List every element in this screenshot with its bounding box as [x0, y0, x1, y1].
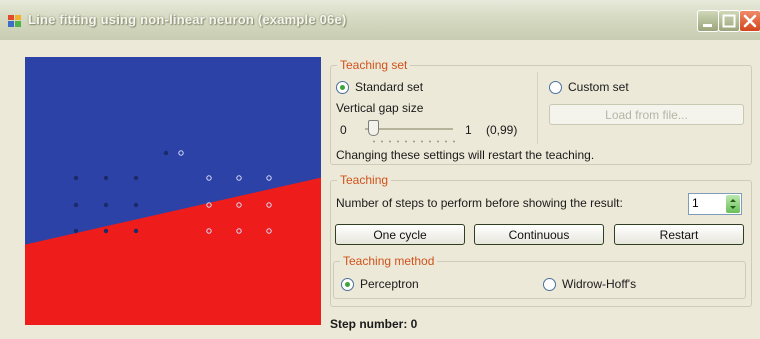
perceptron-label: Perceptron — [360, 277, 419, 291]
restart-button[interactable]: Restart — [614, 224, 744, 245]
step-number: Step number: 0 — [330, 317, 418, 331]
gap-slider-thumb[interactable] — [368, 120, 379, 136]
radio-unchecked-icon — [543, 277, 556, 291]
window-title: Line fitting using non-linear neuron (ex… — [28, 12, 347, 27]
title-bar[interactable]: Line fitting using non-linear neuron (ex… — [0, 0, 760, 40]
custom-set-radio[interactable]: Custom set — [549, 80, 629, 94]
data-point-dark — [133, 202, 139, 208]
standard-set-label: Standard set — [355, 80, 424, 94]
teaching-set-divider — [537, 72, 538, 144]
perceptron-radio[interactable]: Perceptron — [341, 277, 419, 291]
data-point-dark — [73, 202, 79, 208]
vertical-gap-label: Vertical gap size — [336, 101, 424, 115]
slider-max-label: 1 — [465, 123, 472, 137]
radio-unchecked-icon — [549, 80, 562, 94]
data-point-dark — [73, 228, 79, 234]
teaching-set-legend: Teaching set — [337, 58, 411, 72]
data-point-dark — [103, 175, 109, 181]
steps-input[interactable] — [692, 196, 720, 210]
minimize-icon — [703, 24, 712, 27]
slider-ticks — [370, 140, 458, 143]
data-point-dark — [133, 228, 139, 234]
data-point-dark — [103, 202, 109, 208]
standard-set-radio[interactable]: Standard set — [336, 80, 423, 94]
spin-arrows-icon — [730, 199, 736, 209]
plot-canvas — [25, 57, 321, 325]
minimize-button[interactable] — [697, 10, 719, 32]
data-point-dark — [73, 175, 79, 181]
app-icon — [8, 15, 21, 27]
maximize-icon — [722, 14, 736, 28]
data-point-dark — [103, 228, 109, 234]
widrow-hoff-radio[interactable]: Widrow-Hoff's — [543, 277, 636, 291]
steps-spinbox[interactable] — [688, 193, 742, 215]
widrow-hoff-label: Widrow-Hoff's — [562, 277, 637, 291]
continuous-button[interactable]: Continuous — [474, 224, 604, 245]
slider-value-label: (0,99) — [486, 123, 518, 137]
close-icon — [743, 14, 757, 28]
radio-checked-icon — [341, 277, 354, 291]
maximize-button[interactable] — [718, 10, 740, 32]
settings-note: Changing these settings will restart the… — [336, 148, 595, 162]
data-point-dark — [163, 150, 169, 156]
steps-label: Number of steps to perform before showin… — [336, 196, 623, 210]
spin-buttons[interactable] — [726, 195, 740, 213]
close-button[interactable] — [739, 10, 760, 32]
data-point-dark — [133, 175, 139, 181]
app-window: Line fitting using non-linear neuron (ex… — [0, 0, 760, 339]
teaching-legend: Teaching — [337, 173, 392, 187]
radio-checked-icon — [336, 80, 349, 94]
load-from-file-button[interactable]: Load from file... — [549, 104, 744, 125]
slider-min-label: 0 — [340, 123, 347, 137]
one-cycle-button[interactable]: One cycle — [335, 224, 465, 245]
teaching-method-legend: Teaching method — [340, 254, 438, 268]
custom-set-label: Custom set — [568, 80, 629, 94]
